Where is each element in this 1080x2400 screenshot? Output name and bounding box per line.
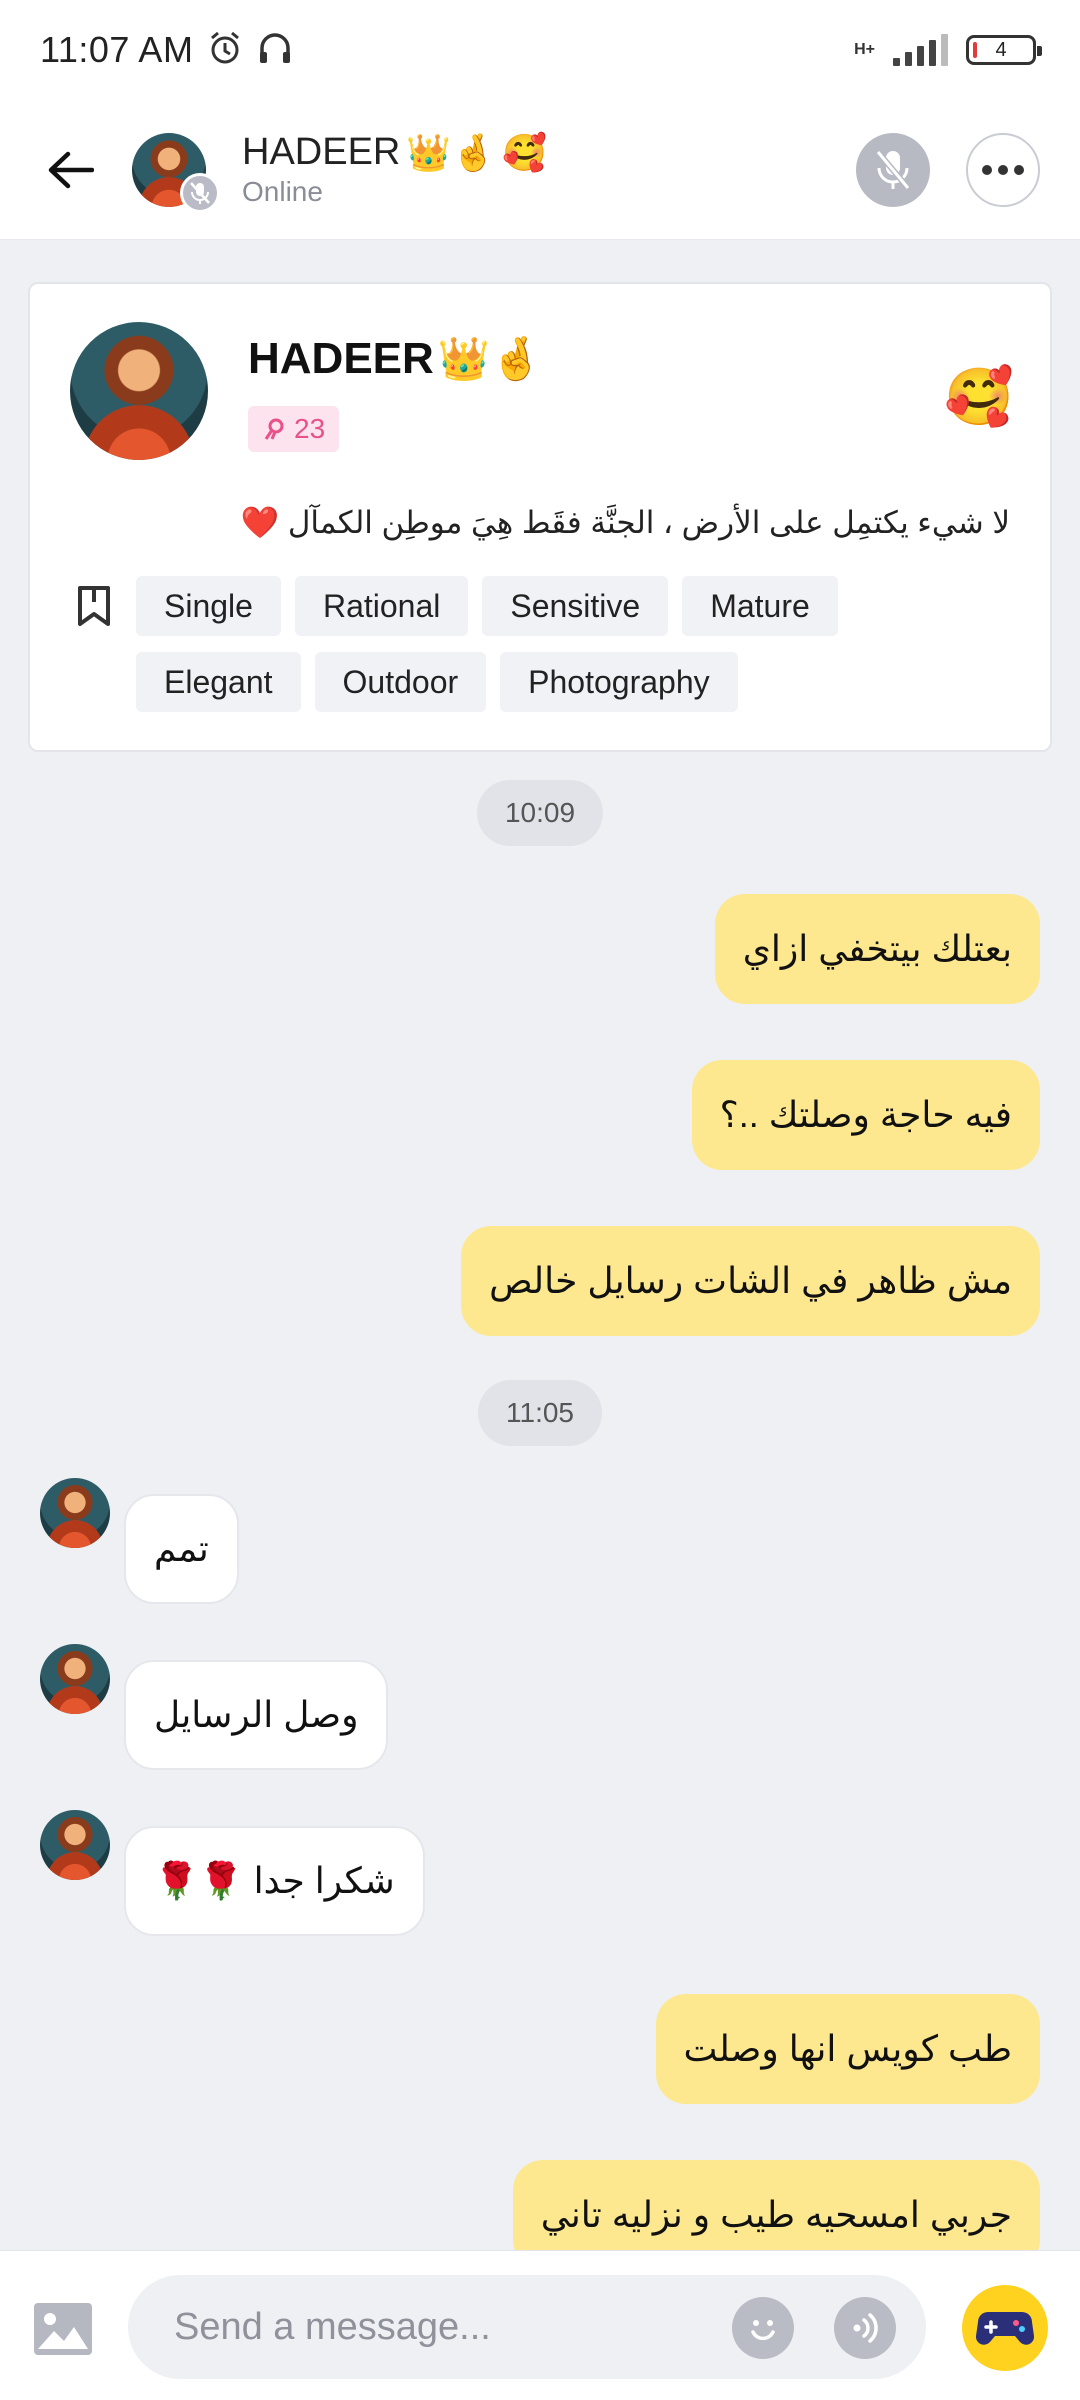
header-sticker: 🥰 (502, 132, 547, 174)
interest-tags: Single Rational Sensitive Mature Elegant… (136, 576, 1016, 712)
headphones-icon (257, 30, 293, 71)
outgoing-message[interactable]: جربي امسحيه طيب و نزليه تاني (512, 2160, 1040, 2250)
chat-header: HADEER 👑🤞 🥰 Online (0, 100, 1080, 240)
sound-wave-icon (853, 2313, 878, 2343)
incoming-message[interactable]: شكرا جدا 🌹🌹 (124, 1826, 425, 1936)
tag: Rational (294, 576, 469, 636)
sender-avatar[interactable] (40, 1478, 110, 1548)
ribbon-icon (264, 418, 284, 440)
header-avatar[interactable] (132, 132, 220, 213)
tag: Elegant (136, 652, 301, 712)
gamepad-icon (976, 2312, 1034, 2345)
message-input-bar (0, 2250, 1080, 2400)
smiley-icon (751, 2320, 775, 2341)
profile-name-row: HADEER 👑🤞 (248, 334, 542, 384)
emoji-button[interactable] (732, 2297, 794, 2359)
network-type: H+ (854, 41, 875, 58)
header-name: HADEER (242, 131, 401, 173)
tag: Outdoor (314, 652, 487, 712)
header-name-emoji: 👑🤞 (406, 132, 497, 174)
status-bar: 11:07 AM H+ 4 (0, 0, 1080, 100)
status-right: H+ 4 (854, 34, 1042, 66)
voice-room-button[interactable] (856, 132, 930, 207)
chat-messages[interactable]: 10:09 بعتلك بيتخفي ازاي فيه حاجة وصلتك .… (0, 760, 1080, 2250)
profile-name-emoji: 👑🤞 (437, 334, 543, 383)
back-button[interactable] (40, 140, 100, 200)
tag: Mature (682, 576, 838, 636)
muted-badge (180, 172, 220, 213)
header-name-row: HADEER 👑🤞 🥰 (242, 131, 547, 174)
profile-card: HADEER 👑🤞 23 🥰 لا شيء يكتمِل على الأرض ،… (28, 282, 1052, 752)
header-info[interactable]: HADEER 👑🤞 🥰 Online (242, 131, 547, 208)
status-left: 11:07 AM (40, 29, 293, 71)
outgoing-message[interactable]: طب كويس انها وصلت (655, 1994, 1040, 2104)
outgoing-message[interactable]: بعتلك بيتخفي ازاي (714, 894, 1040, 1004)
muted-mic-icon (190, 181, 210, 204)
incoming-message[interactable]: وصل الرسايل (124, 1660, 389, 1770)
gallery-button[interactable] (32, 2301, 94, 2357)
battery-icon: 4 (966, 35, 1042, 65)
outgoing-message[interactable]: فيه حاجة وصلتك ..؟ (691, 1060, 1040, 1170)
profile-name: HADEER (248, 334, 434, 383)
message-input[interactable] (128, 2275, 926, 2379)
header-actions (856, 132, 1040, 207)
signal-icon (893, 34, 948, 66)
profile-avatar[interactable] (70, 322, 208, 460)
timestamp: 10:09 (476, 780, 604, 846)
back-arrow-icon (48, 151, 94, 188)
tag: Single (136, 576, 281, 636)
tag: Sensitive (482, 576, 669, 636)
image-icon (34, 2303, 92, 2355)
sender-avatar[interactable] (40, 1644, 110, 1714)
timestamp: 11:05 (478, 1380, 602, 1446)
bookmark-icon (78, 586, 110, 626)
more-button[interactable] (966, 132, 1040, 207)
online-status: Online (242, 176, 323, 207)
level-value: 23 (294, 413, 326, 444)
status-time: 11:07 AM (40, 29, 194, 70)
incoming-message[interactable]: تمم (124, 1494, 239, 1604)
battery-level: 4 (995, 38, 1007, 61)
game-button[interactable] (962, 2285, 1048, 2371)
profile-sticker: 🥰 (944, 365, 1014, 430)
tag: Photography (500, 652, 738, 712)
profile-bio: لا شيء يكتمِل على الأرض ، الجنَّة فقَط ه… (240, 505, 1010, 540)
sender-avatar[interactable] (40, 1810, 110, 1880)
voice-message-button[interactable] (834, 2297, 896, 2359)
more-icon (982, 164, 992, 175)
alarm-icon (207, 30, 243, 71)
muted-mic-icon (875, 149, 911, 190)
level-badge: 23 (248, 406, 340, 452)
outgoing-message[interactable]: مش ظاهر في الشات رسايل خالص (461, 1226, 1040, 1336)
